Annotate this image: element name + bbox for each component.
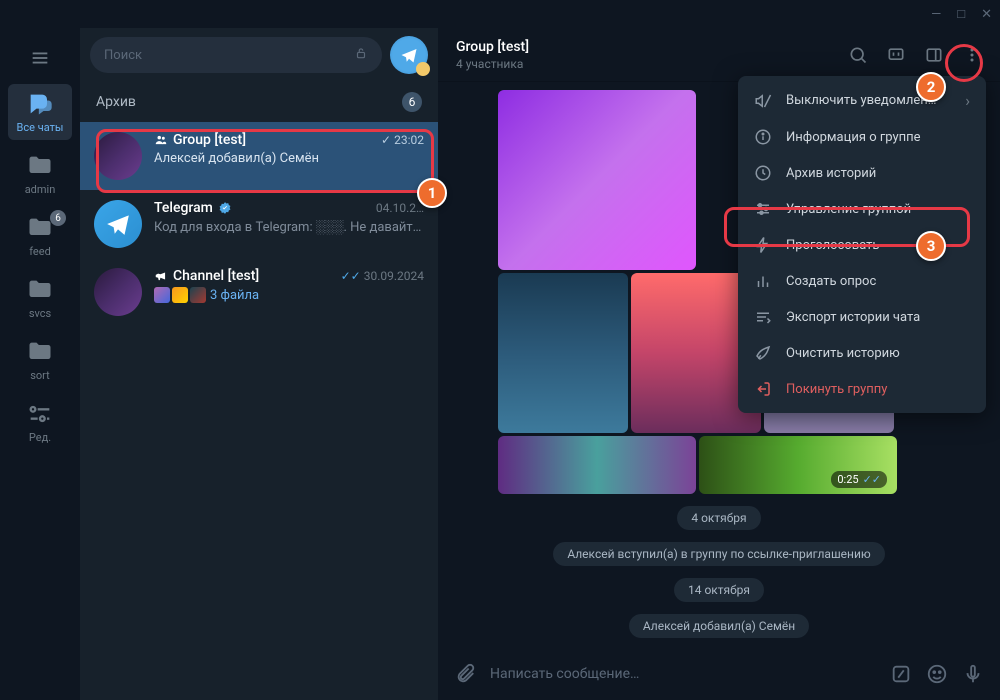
menu-boost[interactable]: Проголосовать [738, 227, 986, 263]
archive-count: 6 [402, 92, 422, 112]
folder-label: admin [25, 183, 56, 196]
chat-name-text: Channel [test] [173, 268, 259, 284]
check-icon: ✓ [381, 133, 391, 147]
system-message: Алексей вступил(а) в группу по ссылке-пр… [553, 542, 884, 566]
media-thumb[interactable] [498, 436, 696, 494]
menu-clear-history[interactable]: Очистить историю [738, 335, 986, 371]
folder-rail: Все чаты admin 6 feed svcs sort Ред. [0, 28, 80, 700]
chat-item-channel-test[interactable]: Channel [test] ✓✓ 30.09.2024 3 файла [80, 258, 438, 326]
lock-icon [354, 46, 368, 64]
chat-name-text: Group [test] [173, 132, 246, 148]
annotation-badge-2: 2 [916, 72, 946, 102]
folder-all-chats[interactable]: Все чаты [8, 84, 72, 140]
chat-list-panel: Поиск Архив 6 Group [test] ✓ [80, 28, 438, 700]
window-minimize[interactable]: — [931, 7, 941, 22]
archive-label: Архив [96, 94, 136, 110]
folder-label: svcs [29, 307, 51, 320]
chat-view: Group [test] 4 участника Выключить уведо… [438, 28, 1000, 700]
menu-label: Управление группой [786, 202, 911, 217]
chat-preview: 3 файла [210, 288, 259, 303]
menu-label: Экспорт истории чата [786, 310, 920, 325]
media-thumb[interactable] [498, 90, 696, 270]
folder-label: Ред. [29, 431, 51, 444]
menu-label: Информация о группе [786, 130, 921, 145]
chevron-right-icon: › [965, 91, 970, 110]
group-icon [154, 133, 168, 147]
folder-admin[interactable]: admin [8, 146, 72, 202]
media-thumb-video[interactable]: 0:25 ✓✓ [699, 436, 897, 494]
folder-label: feed [29, 245, 51, 258]
verified-icon [218, 201, 232, 215]
menu-leave-group[interactable]: Покинуть группу [738, 371, 986, 407]
menu-label: Очистить историю [786, 346, 900, 361]
more-icon[interactable] [962, 45, 982, 65]
menu-story-archive[interactable]: Архив историй [738, 155, 986, 191]
system-message: Алексей добавил(а) Семён [629, 614, 809, 638]
window-maximize[interactable]: □ [957, 6, 965, 22]
menu-create-poll[interactable]: Создать опрос [738, 263, 986, 299]
message-composer: Написать сообщение… [438, 648, 1000, 700]
media-thumb[interactable] [498, 273, 628, 433]
emoji-icon[interactable] [926, 663, 948, 685]
menu-label: Выключить уведомлен… [786, 93, 936, 108]
folder-label: sort [30, 369, 50, 382]
menu-export-history[interactable]: Экспорт истории чата [738, 299, 986, 335]
date-separator: 4 октября [677, 506, 760, 530]
chat-preview: Код для входа в Telegram: ░░░. Не давайт… [154, 219, 424, 235]
menu-label: Создать опрос [786, 274, 876, 289]
search-icon[interactable] [848, 45, 868, 65]
sidebar-toggle-icon[interactable] [924, 45, 944, 65]
comments-icon[interactable] [886, 45, 906, 65]
archive-header[interactable]: Архив 6 [80, 82, 438, 122]
attach-icon[interactable] [454, 663, 476, 685]
video-duration: 0:25 ✓✓ [831, 471, 887, 488]
check-icon: ✓✓ [341, 269, 361, 283]
chat-time-text: 23:02 [394, 133, 424, 147]
chat-time-text: 04.10.2… [376, 201, 424, 215]
chat-avatar [94, 132, 142, 180]
folder-label: Все чаты [17, 121, 64, 134]
annotation-badge-1: 1 [417, 178, 447, 208]
channel-icon [154, 269, 168, 283]
chat-time-text: 30.09.2024 [364, 269, 424, 283]
folder-sort[interactable]: sort [8, 332, 72, 388]
menu-manage-group[interactable]: Управление группой [738, 191, 986, 227]
window-close[interactable]: ✕ [981, 7, 992, 22]
commands-icon[interactable] [890, 663, 912, 685]
folder-feed[interactable]: 6 feed [8, 208, 72, 264]
message-input[interactable]: Написать сообщение… [490, 666, 876, 682]
chat-header: Group [test] 4 участника [438, 28, 1000, 82]
search-input[interactable]: Поиск [90, 37, 382, 73]
menu-label: Покинуть группу [786, 382, 887, 397]
chat-avatar [94, 268, 142, 316]
menu-group-info[interactable]: Информация о группе [738, 119, 986, 155]
chat-header-info[interactable]: Group [test] 4 участника [456, 39, 848, 71]
search-placeholder: Поиск [104, 48, 142, 63]
telegram-logo-button[interactable] [390, 36, 428, 74]
annotation-badge-3: 3 [916, 231, 946, 261]
chat-options-menu: Выключить уведомлен… › Информация о груп… [738, 76, 986, 413]
folder-svcs[interactable]: svcs [8, 270, 72, 326]
folder-badge: 6 [50, 210, 66, 226]
menu-mute[interactable]: Выключить уведомлен… › [738, 82, 986, 119]
chat-item-telegram[interactable]: Telegram 04.10.2… Код для входа в Telegr… [80, 190, 438, 258]
date-separator: 14 октября [674, 578, 764, 602]
chat-avatar [94, 200, 142, 248]
chat-subtitle: 4 участника [456, 57, 848, 71]
chat-item-group-test[interactable]: Group [test] ✓23:02 Код для входа в Tele… [80, 122, 438, 190]
folder-edit[interactable]: Ред. [8, 394, 72, 450]
chat-preview: Алексей добавил(а) Семён [154, 151, 424, 166]
menu-label: Проголосовать [786, 238, 880, 253]
menu-label: Архив историй [786, 166, 876, 181]
menu-button[interactable] [20, 38, 60, 78]
attachment-thumbs [154, 287, 206, 303]
chat-title: Group [test] [456, 39, 848, 55]
chat-name-text: Telegram [154, 200, 213, 216]
voice-icon[interactable] [962, 663, 984, 685]
window-titlebar: — □ ✕ [0, 0, 1000, 28]
